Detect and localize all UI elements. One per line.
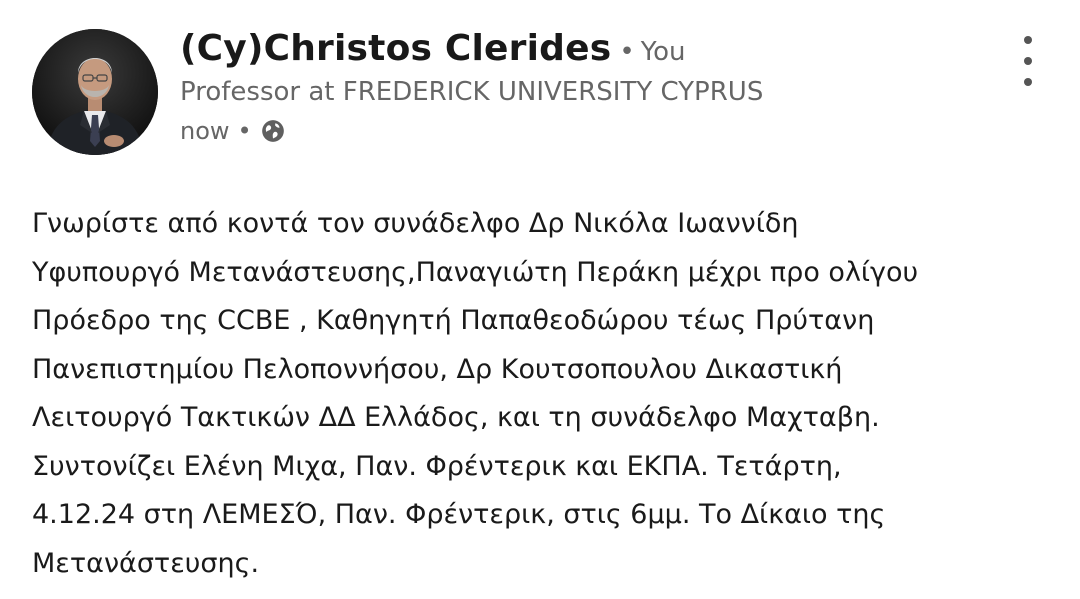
author-row: (Cy)Christos Clerides • You (180, 28, 763, 69)
avatar-photo (32, 29, 158, 155)
post-text-line: Πανεπιστημίου Πελοποννήσου, Δρ Κουτσοπου… (32, 353, 843, 385)
more-vertical-icon (1024, 57, 1032, 65)
post-text-line: Λειτουργό Τακτικών ΔΔ Ελλάδος, και τη συ… (32, 402, 880, 433)
more-options-button[interactable] (1008, 36, 1048, 86)
post-text-line: Γνωρίστε από κοντά τον συνάδελφο Δρ Νικό… (32, 208, 799, 239)
globe-icon (260, 118, 286, 144)
more-vertical-icon (1024, 36, 1032, 44)
separator-dot: • (619, 37, 635, 67)
avatar[interactable] (32, 29, 158, 155)
post-text-line: 4.12.24 στη ΛΕΜΕΣΌ, Παν. Φρέντερικ, στις… (32, 499, 886, 530)
separator-dot: • (237, 117, 252, 145)
author-headline: Professor at FREDERICK UNIVERSITY CYPRUS (180, 77, 764, 107)
post-card: (Cy)Christos Clerides • You Professor at… (0, 0, 1080, 599)
post-meta: now • (180, 117, 763, 145)
post-header: (Cy)Christos Clerides • You Professor at… (180, 28, 763, 145)
post-time: now (180, 117, 230, 145)
post-text-line: Συντονίζει Ελένη Μιχα, Παν. Φρέντερικ κα… (32, 450, 842, 482)
post-text: Γνωρίστε από κοντά τον συνάδελφο Δρ Νικό… (32, 200, 1052, 588)
you-label: You (640, 37, 686, 67)
post-text-line: Μετανάστευσης. (32, 547, 260, 579)
more-vertical-icon (1024, 78, 1032, 86)
author-name[interactable]: (Cy)Christos Clerides (180, 28, 611, 69)
post-text-line: Υφυπουργό Μετανάστευσης,Παναγιώτη Περάκη… (32, 256, 919, 288)
post-text-line: Πρόεδρο της CCBE , Καθηγητή Παπαθεοδώρου… (32, 305, 875, 336)
